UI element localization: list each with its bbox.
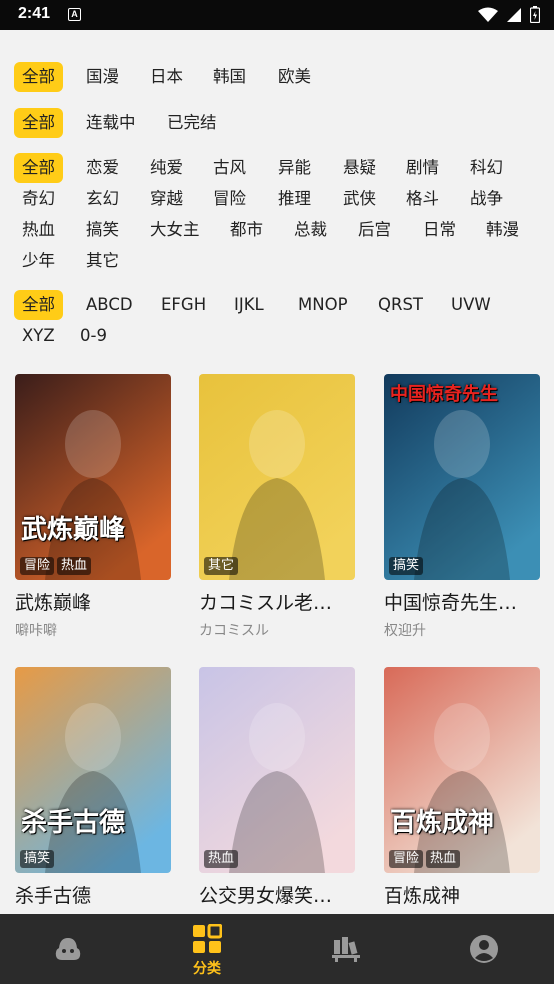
bookshelf-icon — [332, 937, 360, 962]
comic-title[interactable]: 杀手古德 — [15, 881, 171, 908]
genre-tag: 热血 — [204, 850, 239, 868]
nav-bookshelf[interactable] — [306, 914, 386, 984]
bottom-nav-bar: 分类 — [0, 914, 554, 984]
filter-chip-genre[interactable]: 推理 — [278, 184, 311, 214]
comic-author: 权迎升 — [384, 623, 426, 639]
comic-title[interactable]: 公交男女爆笑… — [199, 881, 355, 908]
filter-chip-letter[interactable]: MNOP — [298, 290, 348, 320]
battery-icon — [530, 6, 540, 23]
filter-chip-genre[interactable]: 古风 — [213, 153, 246, 183]
filter-chip-region[interactable]: 国漫 — [86, 62, 119, 92]
status-bar: 2:41 A — [0, 0, 554, 30]
filter-chip-region[interactable]: 全部 — [14, 62, 63, 92]
status-filter-row: 全部 连载中 已完结 — [14, 108, 544, 138]
comic-author: カコミスル — [199, 623, 269, 639]
filter-chip-letter[interactable]: QRST — [378, 290, 423, 320]
filter-chip-genre[interactable]: 奇幻 — [22, 184, 55, 214]
cover-tags: 冒险 热血 — [389, 850, 461, 868]
filter-chip-genre[interactable]: 搞笑 — [86, 215, 119, 245]
filter-chip-genre[interactable]: 纯爱 — [150, 153, 183, 183]
filter-chip-genre[interactable]: 冒险 — [213, 184, 246, 214]
genre-tag: 热血 — [426, 850, 461, 868]
comic-author: 噼咔噼 — [15, 623, 57, 639]
filter-chip-genre[interactable]: 穿越 — [150, 184, 183, 214]
genre-tag: 冒险 — [389, 850, 424, 868]
filter-chip-genre[interactable]: 后宫 — [358, 215, 391, 245]
filter-chip-genre[interactable]: 异能 — [278, 153, 311, 183]
filter-chip-genre[interactable]: 格斗 — [406, 184, 439, 214]
nav-home[interactable] — [28, 914, 108, 984]
profile-icon — [470, 935, 498, 963]
comic-title[interactable]: カコミスル老… — [199, 588, 355, 615]
nav-category-label: 分类 — [193, 961, 221, 977]
genre-tag: 热血 — [57, 557, 92, 575]
filter-chip-genre[interactable]: 少年 — [22, 246, 55, 276]
filter-chip-region[interactable]: 欧美 — [278, 62, 311, 92]
comic-cover-image[interactable]: 其它 — [199, 374, 355, 580]
filter-chip-genre[interactable]: 剧情 — [406, 153, 439, 183]
comic-cover-image[interactable]: 武炼巅峰冒险 热血 — [15, 374, 171, 580]
cover-title-art: 中国惊奇先生 — [390, 384, 498, 405]
filter-chip-region[interactable]: 日本 — [150, 62, 183, 92]
comic-cover-image[interactable]: 百炼成神冒险 热血 — [384, 667, 540, 873]
filter-chip-genre[interactable]: 全部 — [14, 153, 63, 183]
cover-tags: 搞笑 — [20, 850, 55, 868]
filter-chip-letter[interactable]: IJKL — [234, 290, 264, 320]
genre-tag: 其它 — [204, 557, 239, 575]
comic-title[interactable]: 中国惊奇先生… — [384, 588, 540, 615]
nav-category[interactable]: 分类 — [167, 914, 247, 984]
region-filter-row: 全部 国漫 日本 韩国 欧美 — [14, 62, 544, 92]
filter-chip-status[interactable]: 全部 — [14, 108, 63, 138]
comic-title[interactable]: 武炼巅峰 — [15, 588, 171, 615]
cover-tags: 其它 — [204, 557, 239, 575]
filter-chip-genre[interactable]: 大女主 — [150, 215, 200, 245]
wifi-icon — [478, 7, 498, 22]
notification-a-icon: A — [68, 8, 81, 21]
filter-chip-genre[interactable]: 武侠 — [343, 184, 376, 214]
filter-panel: 全部 国漫 日本 韩国 欧美 全部 连载中 已完结 全部 恋爱 纯爱 古风 异能 悬疑 剧情 科幻 奇幻 玄幻… — [0, 30, 554, 360]
cover-title-art: 杀手古德 — [21, 808, 126, 838]
home-icon — [55, 938, 81, 960]
filter-chip-letter[interactable]: 0-9 — [80, 321, 107, 351]
filter-chip-letter[interactable]: EFGH — [161, 290, 206, 320]
filter-chip-genre[interactable]: 热血 — [22, 215, 55, 245]
cover-tags: 热血 — [204, 850, 239, 868]
filter-chip-letter[interactable]: XYZ — [22, 321, 55, 351]
filter-chip-genre[interactable]: 战争 — [470, 184, 503, 214]
genre-filter-row: 全部 恋爱 纯爱 古风 异能 悬疑 剧情 科幻奇幻 玄幻 穿越 冒险 推理 武侠 格斗 战争热血 搞笑 大女主都… — [14, 153, 544, 273]
letter-filter-row: 全部 ABCD EFGH IJKL MNOP QRST UVW XYZ 0-9 — [14, 290, 544, 352]
filter-chip-genre[interactable]: 韩漫 — [486, 215, 519, 245]
category-grid-icon — [193, 924, 222, 953]
filter-chip-genre[interactable]: 其它 — [86, 246, 119, 276]
filter-chip-region[interactable]: 韩国 — [213, 62, 246, 92]
status-time: 2:41 — [18, 5, 51, 22]
comic-cover-image[interactable]: 热血 — [199, 667, 355, 873]
filter-chip-letter[interactable]: 全部 — [14, 290, 63, 320]
signal-icon — [507, 7, 521, 22]
genre-tag: 搞笑 — [389, 557, 424, 575]
cover-tags: 冒险 热血 — [20, 557, 92, 575]
comic-title[interactable]: 百炼成神 — [384, 881, 540, 908]
filter-chip-status[interactable]: 连载中 — [86, 108, 136, 138]
filter-chip-genre[interactable]: 玄幻 — [86, 184, 119, 214]
filter-chip-letter[interactable]: UVW — [451, 290, 491, 320]
genre-tag: 搞笑 — [20, 850, 55, 868]
filter-chip-genre[interactable]: 科幻 — [470, 153, 503, 183]
filter-chip-letter[interactable]: ABCD — [86, 290, 133, 320]
comic-cover-image[interactable]: 中国惊奇先生 搞笑 — [384, 374, 540, 580]
nav-profile[interactable] — [444, 914, 524, 984]
filter-chip-genre[interactable]: 恋爱 — [86, 153, 119, 183]
genre-tag: 冒险 — [20, 557, 55, 575]
cover-tags: 搞笑 — [389, 557, 424, 575]
filter-chip-genre[interactable]: 都市 — [230, 215, 263, 245]
filter-chip-status[interactable]: 已完结 — [167, 108, 217, 138]
filter-chip-genre[interactable]: 日常 — [423, 215, 456, 245]
cover-title-art: 武炼巅峰 — [21, 515, 126, 545]
cover-title-art: 百炼成神 — [390, 808, 495, 838]
filter-chip-genre[interactable]: 悬疑 — [343, 153, 376, 183]
filter-chip-genre[interactable]: 总裁 — [294, 215, 327, 245]
comic-cover-image[interactable]: 杀手古德 搞笑 — [15, 667, 171, 873]
